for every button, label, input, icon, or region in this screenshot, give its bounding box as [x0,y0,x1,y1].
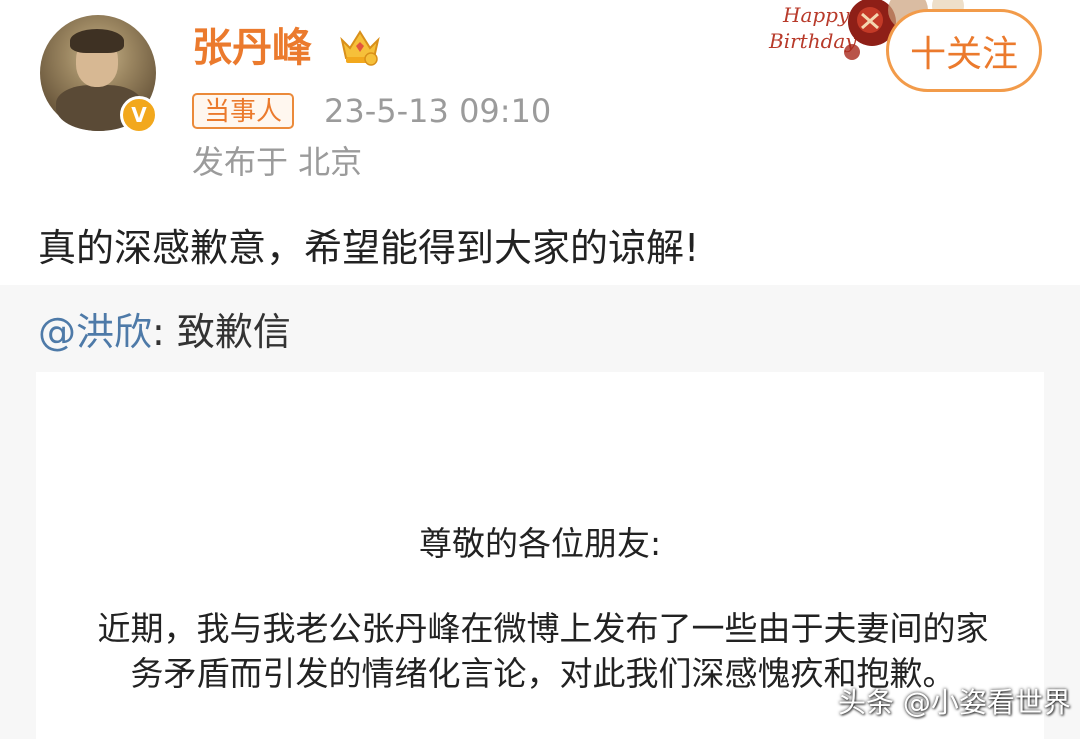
crown-icon [340,30,380,66]
repost-title: : 致歉信 [152,310,291,354]
letter-greeting: 尊敬的各位朋友: [418,524,662,563]
role-tag: 当事人 [192,93,295,129]
post-location: 发布于 北京 [192,143,363,181]
follow-button[interactable]: 十关注 [886,9,1042,92]
repost-header: @洪欣: 致歉信 [38,307,291,357]
verified-badge-icon: V [120,96,158,134]
post-time: 23-5-13 09:10 [324,92,552,130]
watermark: 头条 @小姿看世界 [838,686,1071,719]
reposted-content[interactable]: @洪欣: 致歉信 尊敬的各位朋友: 近期，我与我老公张丹峰在微博上发布了一些由于… [0,285,1080,752]
mention-link[interactable]: @洪欣 [38,310,152,354]
username[interactable]: 张丹峰 [192,22,312,74]
post-content: 真的深感歉意，希望能得到大家的谅解! [38,226,700,270]
weibo-post: V 张丹峰 当事人 23-5-13 09:10 发布于 北京 Happy Bir… [0,0,1080,285]
